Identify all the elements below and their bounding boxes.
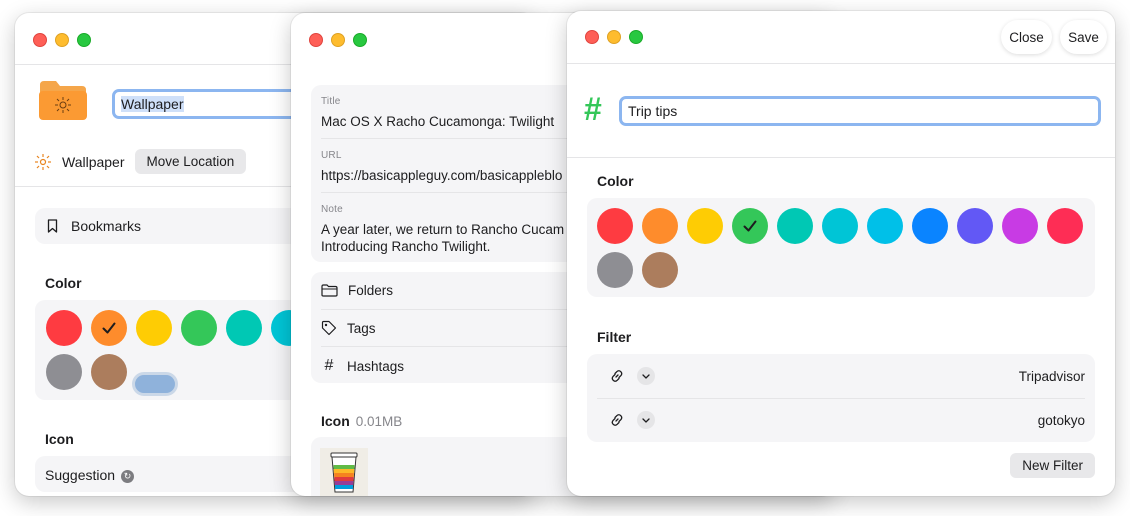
color-swatch[interactable] [777,208,813,244]
color-swatch[interactable] [1047,208,1083,244]
color-swatch[interactable] [181,310,217,346]
window-controls [33,33,91,47]
color-swatch[interactable] [597,208,633,244]
color-swatch[interactable] [912,208,948,244]
note-label: Note [321,204,343,215]
hashtags-label: Hashtags [347,358,405,374]
color-picker [587,198,1095,297]
tag-icon [321,320,337,336]
zoom-window-button[interactable] [629,30,643,44]
close-window-button[interactable] [33,33,47,47]
save-button[interactable]: Save [1060,20,1107,54]
custom-color-well[interactable] [132,372,178,396]
zoom-window-button[interactable] [77,33,91,47]
new-filter-button[interactable]: New Filter [1010,453,1095,478]
color-swatch[interactable] [136,310,172,346]
note-field[interactable]: Note A year later, we return to Rancho C… [321,204,564,255]
icon-size: 0.01MB [355,414,403,429]
color-swatch[interactable] [687,208,723,244]
folder-outline-icon [321,284,338,297]
filter-value: gotokyo [1037,412,1085,428]
minimize-window-button[interactable] [331,33,345,47]
minimize-window-button[interactable] [55,33,69,47]
checkmark-icon [732,208,768,244]
chevron-down-icon[interactable] [637,367,655,385]
tags-row[interactable]: Tags [321,320,376,336]
color-swatch[interactable] [867,208,903,244]
filter-row[interactable]: gotokyo [597,398,1085,442]
url-value: https://basicappleguy.com/basicappleblo [321,168,563,183]
color-swatch[interactable] [91,354,127,390]
color-swatch[interactable] [597,252,633,288]
color-swatch[interactable] [642,208,678,244]
hashtag-icon: # [584,91,602,127]
bookmark-icon [47,219,58,233]
color-swatch[interactable] [822,208,858,244]
folder-icon [39,81,87,120]
icon-section-title: Icon [45,431,74,447]
color-swatch[interactable] [46,354,82,390]
folders-label: Folders [348,283,394,298]
tags-label: Tags [347,320,376,336]
title-value: Mac OS X Racho Cucamonga: Twilight [321,114,555,129]
title-field[interactable]: Title Mac OS X Racho Cucamonga: Twilight [321,96,554,130]
location-row: Wallpaper Move Location [34,149,247,174]
close-window-button[interactable] [309,33,323,47]
hashtag-title-input[interactable]: Trip tips [619,96,1101,126]
color-swatch[interactable] [957,208,993,244]
move-location-button[interactable]: Move Location [134,149,247,174]
icon-thumbnail[interactable] [320,448,368,496]
hashtags-row[interactable]: # Hashtags [321,357,405,375]
color-swatch[interactable] [642,252,678,288]
checkmark-icon [91,310,127,346]
color-swatch[interactable] [91,310,127,346]
color-swatch[interactable] [1002,208,1038,244]
close-window-button[interactable] [585,30,599,44]
color-section-title: Color [45,275,82,291]
zoom-window-button[interactable] [353,33,367,47]
wallpaper-icon [35,153,51,170]
filter-value: Tripadvisor [1018,368,1085,384]
chevron-down-icon[interactable] [637,411,655,429]
color-swatch[interactable] [226,310,262,346]
color-section-title: Color [597,173,634,189]
color-swatch[interactable] [46,310,82,346]
refresh-icon[interactable]: ↻ [121,469,135,483]
hashtag-icon: # [324,357,334,374]
title-label: Title [321,96,341,107]
suggestion-label: Suggestion [45,467,116,483]
cup-image [330,452,358,493]
bookmarks-label: Bookmarks [71,218,142,234]
hashtag-editor-window: Close Save # Trip tips Color Filter Trip… [567,11,1115,496]
icon-section-title: Icon [321,413,350,429]
filter-section-title: Filter [597,329,632,345]
link-icon [611,370,623,382]
color-swatch[interactable] [732,208,768,244]
icon-section: Icon 0.01MB [321,413,402,429]
note-line-2: Introducing Rancho Twilight. [321,239,491,254]
filter-list: Tripadvisor gotokyo [587,354,1095,442]
link-icon [611,414,623,426]
close-button[interactable]: Close [1001,20,1052,54]
folders-row[interactable]: Folders [321,283,393,298]
minimize-window-button[interactable] [607,30,621,44]
url-field[interactable]: URL https://basicappleguy.com/basicapple… [321,150,562,184]
filter-row[interactable]: Tripadvisor [597,354,1085,398]
window-controls [585,30,643,44]
note-line-1: A year later, we return to Rancho Cucam [321,222,565,237]
url-label: URL [321,150,342,161]
window-controls [309,33,367,47]
location-name: Wallpaper [62,153,125,170]
